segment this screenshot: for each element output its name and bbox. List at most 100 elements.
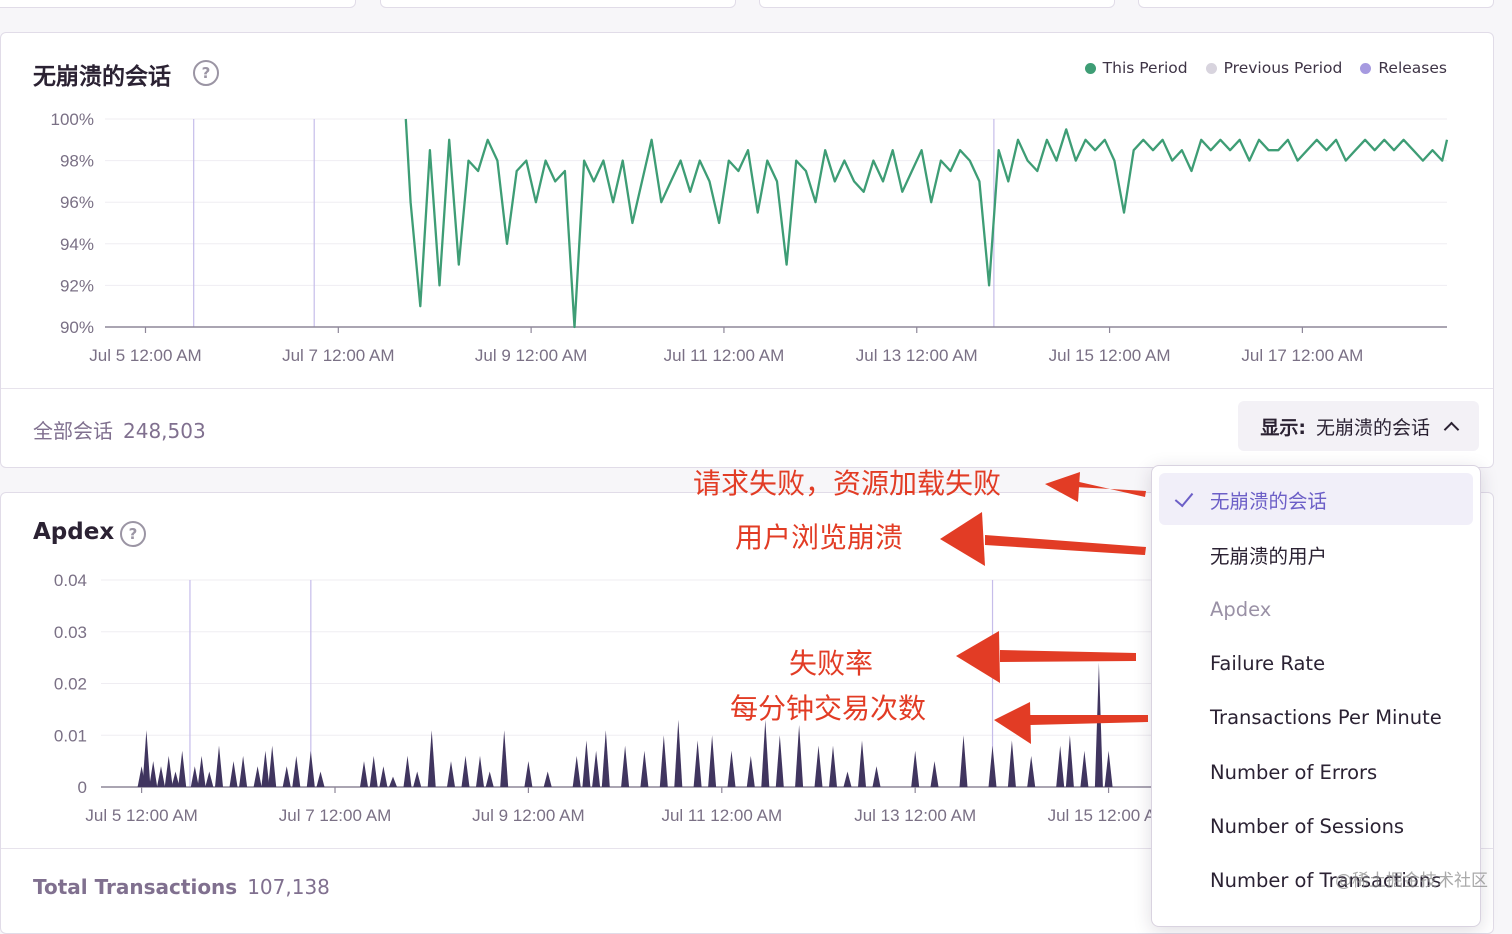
area-spike	[659, 735, 668, 787]
area-spike	[403, 755, 412, 787]
x-tick-label: Jul 13 12:00 AM	[854, 806, 976, 825]
dropdown-item-crash-free-users[interactable]: 无崩溃的用户	[1159, 528, 1473, 580]
area-spike	[911, 750, 920, 787]
area-spike	[427, 730, 436, 787]
dropdown-item-transactions-per-minute[interactable]: Transactions Per Minute	[1159, 691, 1473, 743]
annotation-tpm: 每分钟交易次数	[730, 692, 927, 725]
area-spike	[746, 755, 755, 787]
dropdown-item-label: Transactions Per Minute	[1210, 705, 1442, 729]
dropdown-item-label: 无崩溃的用户	[1210, 544, 1328, 568]
area-spike	[1080, 750, 1089, 787]
x-tick-label: Jul 15 12:00 AM	[1049, 346, 1171, 365]
footer-summary: Total Transactions 107,138	[33, 875, 330, 899]
area-spike	[1007, 740, 1016, 787]
area-spike	[814, 745, 823, 787]
area-spike	[171, 771, 180, 787]
dropdown-item-number-of-errors[interactable]: Number of Errors	[1159, 746, 1473, 798]
y-tick-label: 98%	[60, 152, 94, 171]
y-tick-label: 0.01	[54, 726, 87, 745]
area-spike	[389, 776, 397, 787]
chevron-up-icon	[1443, 421, 1460, 437]
watermark: @稀土掘金技术社区	[1335, 871, 1488, 891]
area-spike	[197, 755, 206, 787]
area-spike	[190, 766, 199, 787]
y-tick-label: 100%	[51, 110, 94, 129]
area-spike	[253, 766, 262, 787]
area-spike	[157, 766, 165, 787]
dropdown-item-apdex: Apdex	[1159, 583, 1473, 635]
display-select-button[interactable]: 显示: 无崩溃的会话	[1238, 401, 1479, 451]
panel-footer: 全部会话 248,503 显示: 无崩溃的会话	[1, 388, 1493, 467]
annotation-failure-rate: 失败率	[789, 647, 874, 680]
area-spike	[261, 750, 270, 787]
area-spike	[843, 771, 852, 787]
summary-card-stub-1	[0, 0, 356, 8]
area-spike	[215, 745, 223, 787]
area-spike	[178, 750, 187, 787]
crash-free-sessions-chart: 100% 98% 96% 94% 92% 90% Jul 5 12:00 AM Jul 7 1…	[51, 110, 1449, 365]
checkmark-icon	[1174, 487, 1194, 508]
area-spike	[829, 745, 837, 787]
annotation-request-failure: 请求失败，资源加载失败	[693, 467, 1002, 500]
dropdown-item-label: Number of Sessions	[1210, 814, 1405, 838]
dropdown-item-crash-free-sessions[interactable]: 无崩溃的会话	[1159, 473, 1473, 525]
area-spike	[582, 740, 591, 787]
area-spike	[693, 740, 702, 787]
area-spike	[461, 755, 470, 787]
area-spike	[229, 761, 238, 787]
y-tick-label: 0	[78, 778, 87, 797]
x-tick-label: Jul 7 12:00 AM	[282, 346, 394, 365]
dropdown-item-label: Failure Rate	[1210, 651, 1326, 675]
area-spike	[306, 750, 315, 787]
annotation-user-crash: 用户浏览崩溃	[735, 521, 904, 554]
dropdown-item-label: 无崩溃的会话	[1210, 489, 1328, 513]
x-tick-label: Jul 5 12:00 AM	[85, 806, 197, 825]
area-spike	[727, 750, 736, 787]
area-spike	[500, 730, 509, 787]
summary-card-stub-3	[759, 0, 1115, 8]
summary-card-stub-2	[380, 0, 736, 8]
x-tick-label: Jul 7 12:00 AM	[279, 806, 391, 825]
area-spike	[775, 735, 784, 787]
y-tick-label: 0.03	[54, 623, 87, 642]
x-tick-label: Jul 11 12:00 AM	[661, 806, 782, 825]
x-tick-label: Jul 13 12:00 AM	[856, 346, 978, 365]
area-spike	[379, 766, 388, 787]
total-sessions-label: 全部会话	[33, 419, 113, 443]
area-spike	[205, 771, 214, 787]
area-spike	[239, 755, 248, 787]
area-spike	[1094, 662, 1103, 787]
area-spike	[164, 755, 173, 787]
display-prefix: 显示:	[1260, 416, 1306, 439]
y-tick-label: 94%	[60, 235, 94, 254]
dropdown-item-number-of-sessions[interactable]: Number of Sessions	[1159, 800, 1473, 852]
area-spike	[413, 771, 422, 787]
area-spike	[282, 766, 291, 787]
area-spike	[476, 755, 484, 787]
footer-summary: 全部会话 248,503	[33, 415, 206, 444]
summary-card-stub-4	[1138, 0, 1494, 8]
area-spike	[959, 735, 968, 787]
area-spike	[316, 771, 325, 787]
dropdown-item-failure-rate[interactable]: Failure Rate	[1159, 637, 1473, 689]
area-spike	[640, 750, 649, 787]
area-spike	[1056, 745, 1065, 787]
area-spike	[360, 761, 368, 787]
area-spike	[988, 745, 997, 787]
area-spike	[1065, 735, 1074, 787]
x-tick-label: Jul 5 12:00 AM	[89, 346, 201, 365]
series-line-this-period	[404, 118, 1449, 329]
area-spike	[572, 755, 581, 787]
area-spike	[524, 761, 533, 787]
y-tick-label: 90%	[60, 318, 94, 337]
area-spike	[149, 761, 158, 787]
area-spike	[1027, 755, 1036, 787]
area-spike	[1104, 750, 1113, 787]
area-spike	[858, 740, 866, 787]
y-tick-label: 0.02	[54, 675, 87, 694]
area-spike	[761, 719, 770, 787]
x-tick-label: Jul 17 12:00 AM	[1241, 346, 1363, 365]
display-dropdown-menu: 无崩溃的会话 无崩溃的用户 Apdex Failure Rate Transac…	[1151, 465, 1481, 927]
area-spike	[543, 771, 552, 787]
area-spike	[592, 750, 601, 787]
